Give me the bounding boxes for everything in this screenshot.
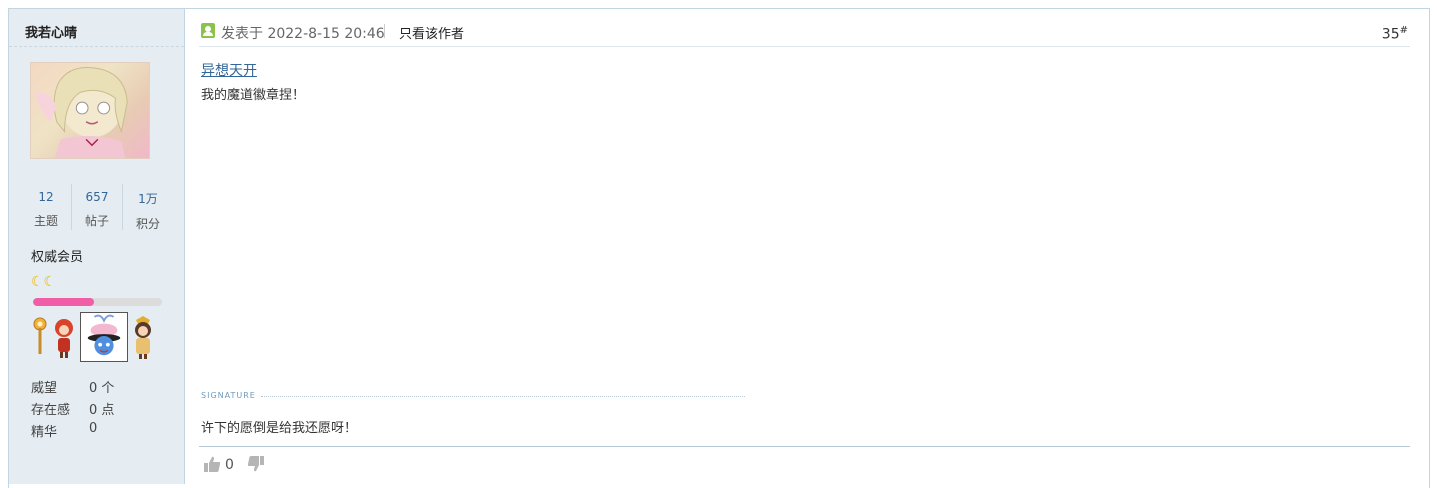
meta-row: 精华 0: [31, 419, 181, 441]
floor-hash: #: [1399, 25, 1408, 36]
meta-row: 存在感 0 点: [31, 397, 181, 419]
post-container: 我若心晴 12 主题 657 帖子 1万 积分 权威会员 ☾☾ 威望 0 个 存…: [8, 8, 1430, 488]
stat-posts[interactable]: 657 帖子: [71, 184, 122, 230]
floor-number-value: 35: [1381, 26, 1400, 43]
author-name[interactable]: 我若心晴: [25, 22, 77, 41]
online-status-icon: [201, 23, 215, 38]
signature-text: 许下的愿倒是给我还愿呀！: [201, 421, 358, 436]
avatar-image: [35, 67, 128, 158]
user-group[interactable]: 权威会员: [31, 246, 83, 265]
post-footer-divider: [199, 446, 1410, 447]
signature-divider: SIGNATURE: [201, 391, 745, 403]
medal-list: [29, 312, 164, 364]
stat-threads-value: 12: [38, 190, 54, 204]
level-progress-bar: [33, 298, 162, 306]
meta-row: 威望 0 个: [31, 375, 181, 397]
author-name-row: 我若心晴: [9, 9, 184, 47]
medal-priestess-icon[interactable]: [130, 314, 156, 360]
author-stats: 12 主题 657 帖子 1万 积分: [21, 184, 173, 231]
author-sidebar: 我若心晴 12 主题 657 帖子 1万 积分 权威会员 ☾☾ 威望 0 个 存…: [9, 9, 185, 484]
thumbs-down-icon[interactable]: [247, 455, 267, 473]
only-author-link[interactable]: 只看该作者: [399, 23, 464, 42]
rank-stars: ☾☾: [31, 271, 57, 290]
floor-number[interactable]: 35#: [1382, 25, 1408, 43]
post-content: 我的魔道徽章捏！: [201, 88, 306, 103]
stat-posts-label: 帖子: [84, 214, 109, 228]
meta-prestige-value: 0 个: [89, 381, 115, 396]
stat-threads-label: 主题: [33, 214, 58, 228]
divider: [384, 24, 385, 38]
stat-threads[interactable]: 12 主题: [21, 184, 71, 230]
post-main: 发表于 2022-8-15 20:46 只看该作者 35# 异想天开 我的魔道徽…: [199, 9, 1410, 484]
meta-presence-label: 存在感: [31, 403, 71, 418]
author-meta: 威望 0 个 存在感 0 点 精华 0: [31, 375, 181, 441]
stat-credits[interactable]: 1万 积分: [122, 184, 173, 231]
post-time: 发表于 2022-8-15 20:46: [221, 26, 385, 42]
avatar[interactable]: [30, 62, 150, 159]
meta-prestige-label: 威望: [31, 381, 58, 396]
meta-presence-value: 0 点: [89, 403, 115, 418]
stat-posts-value: 657: [85, 190, 109, 204]
medal-witch-icon[interactable]: [80, 312, 128, 362]
like-count: 0: [225, 457, 234, 473]
meta-digest-label: 精华: [31, 425, 58, 440]
level-progress-fill: [33, 298, 94, 306]
post-header: 发表于 2022-8-15 20:46 只看该作者 35#: [199, 9, 1410, 47]
meta-digest-value: 0: [89, 421, 98, 436]
moon-icon: ☾☾: [31, 274, 57, 290]
thumbs-up-icon[interactable]: [203, 455, 221, 473]
post-title[interactable]: 异想天开: [201, 60, 257, 80]
signature-label: SIGNATURE: [201, 391, 256, 400]
stat-credits-value: 1万: [138, 192, 158, 206]
medal-redhead-icon[interactable]: [51, 314, 77, 360]
stat-credits-label: 积分: [135, 217, 160, 231]
signature-line: [261, 396, 745, 397]
